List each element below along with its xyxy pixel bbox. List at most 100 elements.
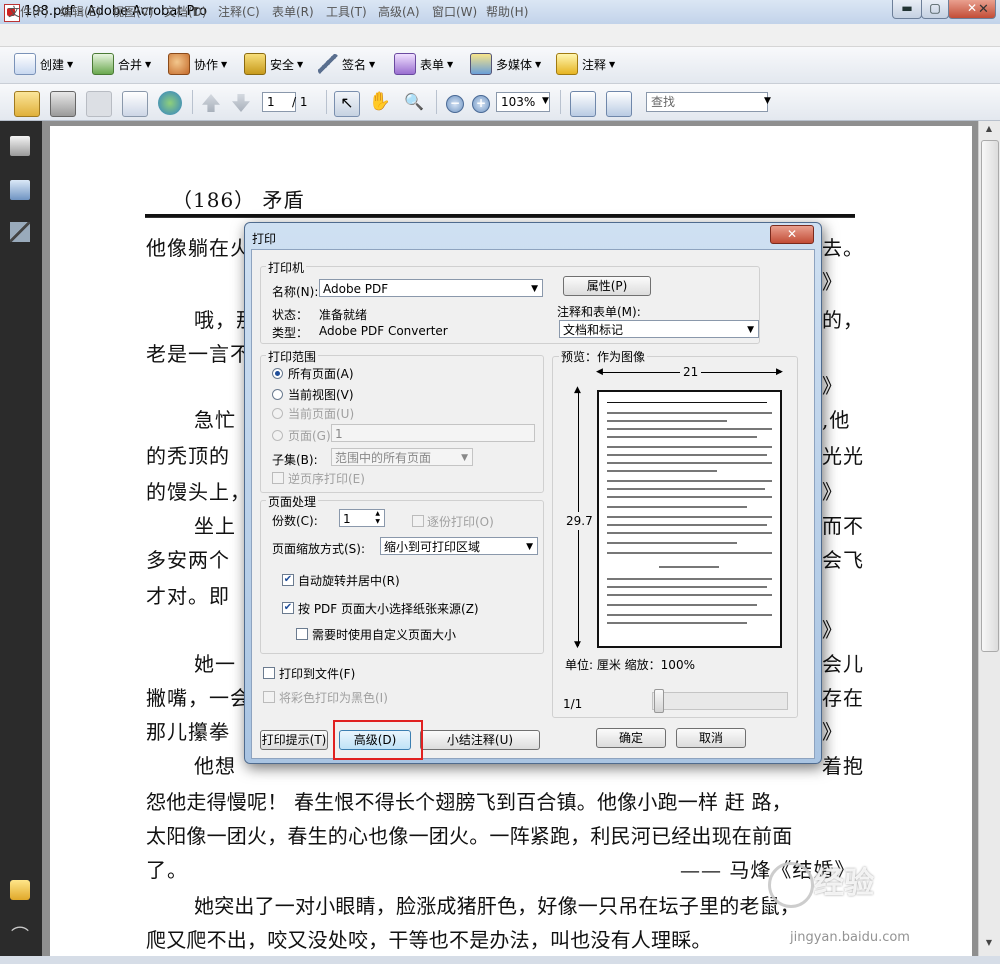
radio-current-view[interactable] bbox=[272, 389, 283, 400]
menu-file[interactable]: 文件(F) bbox=[8, 3, 48, 20]
preview-width-value: 21 bbox=[680, 365, 702, 379]
reverse-pages-label: 逆页序打印(E) bbox=[288, 472, 365, 486]
preview-page-slider[interactable] bbox=[652, 692, 788, 710]
menu-window[interactable]: 窗口(W) bbox=[432, 3, 477, 20]
text-line: 怨他走得慢呢！ 春生恨不得长个翅膀飞到百合镇。他像小跑一样 赶 路， bbox=[146, 790, 792, 814]
text-line: 的馒头上， bbox=[146, 480, 251, 504]
pages-label: 页面(G) bbox=[288, 429, 331, 443]
text-fragment: 存在 bbox=[822, 686, 864, 710]
stepper-arrows-icon[interactable]: ▲ ▼ bbox=[375, 510, 380, 526]
all-pages-label: 所有页面(A) bbox=[288, 367, 354, 381]
scroll-up-arrow-icon[interactable]: ▲ bbox=[980, 124, 998, 140]
print-to-file-checkbox[interactable] bbox=[263, 667, 275, 679]
radio-pages[interactable] bbox=[272, 430, 283, 441]
dialog-close-button[interactable]: ✕ bbox=[770, 225, 814, 244]
scrollbar-thumb[interactable] bbox=[981, 140, 999, 652]
pages-range-input[interactable]: 1 bbox=[331, 424, 535, 442]
reverse-pages-checkbox[interactable] bbox=[272, 472, 284, 484]
preview-slider-handle[interactable] bbox=[654, 689, 664, 713]
bookmarks-icon[interactable] bbox=[10, 180, 30, 200]
globe-upload-icon[interactable] bbox=[158, 91, 182, 115]
printer-icon[interactable] bbox=[50, 91, 76, 117]
menu-forms[interactable]: 表单(R) bbox=[272, 3, 314, 20]
page-total: / 1 bbox=[292, 95, 308, 109]
radio-current-page[interactable] bbox=[272, 408, 283, 419]
forms-button[interactable]: 表单 ▼ bbox=[394, 53, 453, 75]
create-button[interactable]: 创建 ▼ bbox=[14, 53, 73, 75]
cancel-button[interactable]: 取消 bbox=[676, 728, 746, 748]
comments-forms-select[interactable]: 文档和标记 ▼ bbox=[559, 320, 759, 338]
text-line: 他像躺在火 bbox=[146, 236, 251, 260]
status-bar bbox=[0, 956, 1000, 964]
copies-input[interactable]: 1 ▲ ▼ bbox=[339, 509, 385, 527]
chevron-down-icon: ▼ bbox=[461, 453, 468, 463]
printer-legend: 打印机 bbox=[266, 259, 307, 276]
custom-page-size-checkbox[interactable] bbox=[296, 628, 308, 640]
collate-checkbox[interactable] bbox=[412, 515, 424, 527]
scaling-select[interactable]: 缩小到可打印区域 ▼ bbox=[380, 537, 538, 555]
combine-button[interactable]: 合并 ▼ bbox=[92, 53, 151, 75]
preview-label: 预览：作为图像 bbox=[559, 348, 648, 365]
zoom-in-icon[interactable]: + bbox=[472, 95, 490, 113]
menu-advanced[interactable]: 高级(A) bbox=[378, 3, 420, 20]
email-icon[interactable] bbox=[122, 91, 148, 117]
auto-rotate-checkbox[interactable]: ✔ bbox=[282, 574, 294, 586]
signatures-icon[interactable] bbox=[10, 222, 30, 242]
baidu-paw-logo-icon bbox=[768, 862, 814, 908]
collaborate-button[interactable]: 协作 ▼ bbox=[168, 53, 227, 75]
menu-document[interactable]: 文档(D) bbox=[164, 3, 207, 20]
pages-icon[interactable] bbox=[10, 136, 30, 156]
print-tips-button[interactable]: 打印提示(T) bbox=[260, 730, 328, 750]
zoom-out-icon[interactable]: − bbox=[446, 95, 464, 113]
comments-panel-icon[interactable] bbox=[10, 880, 30, 900]
custom-page-size-label: 需要时使用自定义页面大小 bbox=[312, 628, 457, 642]
menu-edit[interactable]: 编辑(E) bbox=[60, 3, 101, 20]
text-line: 坐上 bbox=[194, 514, 236, 538]
print-to-file-label: 打印到文件(F) bbox=[279, 667, 356, 681]
summarize-comments-button[interactable]: 小结注释(U) bbox=[420, 730, 540, 750]
properties-button[interactable]: 属性(P) bbox=[563, 276, 651, 296]
close-document-button[interactable]: ✕ bbox=[978, 2, 989, 17]
current-page-label: 当前页面(U) bbox=[288, 407, 355, 421]
multimedia-icon bbox=[470, 53, 492, 75]
minimize-button[interactable]: ▬ bbox=[892, 0, 922, 19]
marquee-zoom-icon[interactable]: 🔍 bbox=[402, 91, 426, 115]
text-fragment: 而不 bbox=[822, 514, 864, 538]
attachments-paperclip-icon[interactable]: ⌒ bbox=[10, 922, 30, 947]
page-number-input[interactable]: 1 bbox=[262, 92, 296, 112]
sign-button[interactable]: 签名 ▼ bbox=[318, 53, 375, 75]
auto-rotate-label: 自动旋转并居中(R) bbox=[298, 574, 400, 588]
text-line: 了。 bbox=[146, 858, 188, 882]
printer-name-select[interactable]: Adobe PDF ▼ bbox=[319, 279, 543, 297]
comment-button[interactable]: 注释 ▼ bbox=[556, 53, 615, 75]
menu-comments[interactable]: 注释(C) bbox=[218, 3, 260, 20]
open-folder-icon[interactable] bbox=[14, 91, 40, 117]
pen-icon bbox=[318, 54, 338, 74]
hand-tool-icon[interactable]: ✋ bbox=[368, 91, 392, 115]
find-input[interactable]: 查找 bbox=[646, 92, 768, 112]
choose-paper-source-checkbox[interactable]: ✔ bbox=[282, 602, 294, 614]
save-icon[interactable] bbox=[86, 91, 112, 117]
text-fragment: 着抱 bbox=[822, 754, 864, 778]
menu-help[interactable]: 帮助(H) bbox=[486, 3, 528, 20]
ok-button[interactable]: 确定 bbox=[596, 728, 666, 748]
select-cursor-icon[interactable]: ↖ bbox=[334, 91, 360, 117]
grayscale-checkbox[interactable] bbox=[263, 691, 275, 703]
menu-view[interactable]: 视图(V) bbox=[112, 3, 154, 20]
find-dropdown-arrow-icon[interactable]: ▼ bbox=[764, 96, 771, 106]
scroll-down-arrow-icon[interactable]: ▼ bbox=[980, 938, 998, 954]
subset-select[interactable]: 范围中的所有页面 ▼ bbox=[331, 448, 473, 466]
right-arrow-icon: ▶ bbox=[776, 367, 783, 377]
fit-page-icon[interactable] bbox=[606, 91, 632, 117]
maximize-button[interactable]: ▢ bbox=[921, 0, 949, 19]
form-icon bbox=[394, 53, 416, 75]
secure-button[interactable]: 安全 ▼ bbox=[244, 53, 303, 75]
menu-tools[interactable]: 工具(T) bbox=[326, 3, 367, 20]
current-view-label: 当前视图(V) bbox=[288, 388, 354, 402]
multimedia-button[interactable]: 多媒体 ▼ bbox=[470, 53, 541, 75]
zoom-dropdown-arrow-icon[interactable]: ▼ bbox=[542, 96, 549, 106]
radio-all-pages[interactable] bbox=[272, 368, 283, 379]
chevron-down-icon: ▼ bbox=[526, 542, 533, 552]
fit-width-icon[interactable] bbox=[570, 91, 596, 117]
subset-label: 子集(B): bbox=[272, 453, 318, 467]
